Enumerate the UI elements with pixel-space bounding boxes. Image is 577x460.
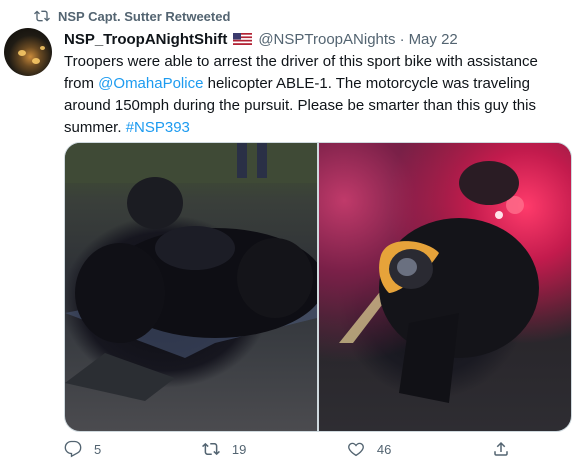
retweet-icon <box>201 442 220 456</box>
mention-link[interactable]: @OmahaPolice <box>98 75 203 92</box>
tweet-actions: 5 19 46 <box>64 438 570 460</box>
display-name[interactable]: NSP_TroopANightShift <box>64 31 227 48</box>
tweet-date[interactable]: May 22 <box>409 31 458 48</box>
retweet-button[interactable]: 19 <box>201 438 247 460</box>
photo-motorcycle-side[interactable] <box>65 143 317 431</box>
motorcycle-front-drawing <box>339 161 539 403</box>
user-handle[interactable]: @NSPTroopANights <box>258 31 395 48</box>
social-context-text[interactable]: NSP Capt. Sutter Retweeted <box>58 9 230 24</box>
reply-icon <box>64 440 82 458</box>
like-button[interactable]: 46 <box>347 438 391 460</box>
retweet-count: 19 <box>231 441 247 457</box>
share-icon <box>494 441 508 456</box>
us-flag-icon <box>233 33 253 45</box>
social-context: NSP Capt. Sutter Retweeted <box>34 7 230 25</box>
share-button[interactable] <box>492 438 510 460</box>
reply-button[interactable]: 5 <box>64 438 101 460</box>
photo-motorcycle-front[interactable] <box>319 143 571 431</box>
like-count: 46 <box>376 441 392 457</box>
tweet-header: NSP_TroopANightShift @NSPTroopANights · … <box>64 28 458 50</box>
tweet-text: Troopers were able to arrest the driver … <box>64 51 564 139</box>
motorcycle-side-drawing <box>65 143 317 401</box>
avatar[interactable] <box>4 28 52 76</box>
heart-icon <box>348 442 364 457</box>
tweet-media <box>64 142 572 432</box>
retweet-icon <box>34 10 50 22</box>
reply-count: 5 <box>94 441 102 457</box>
header-separator: · <box>399 30 405 48</box>
hashtag-link[interactable]: #NSP393 <box>126 119 190 136</box>
